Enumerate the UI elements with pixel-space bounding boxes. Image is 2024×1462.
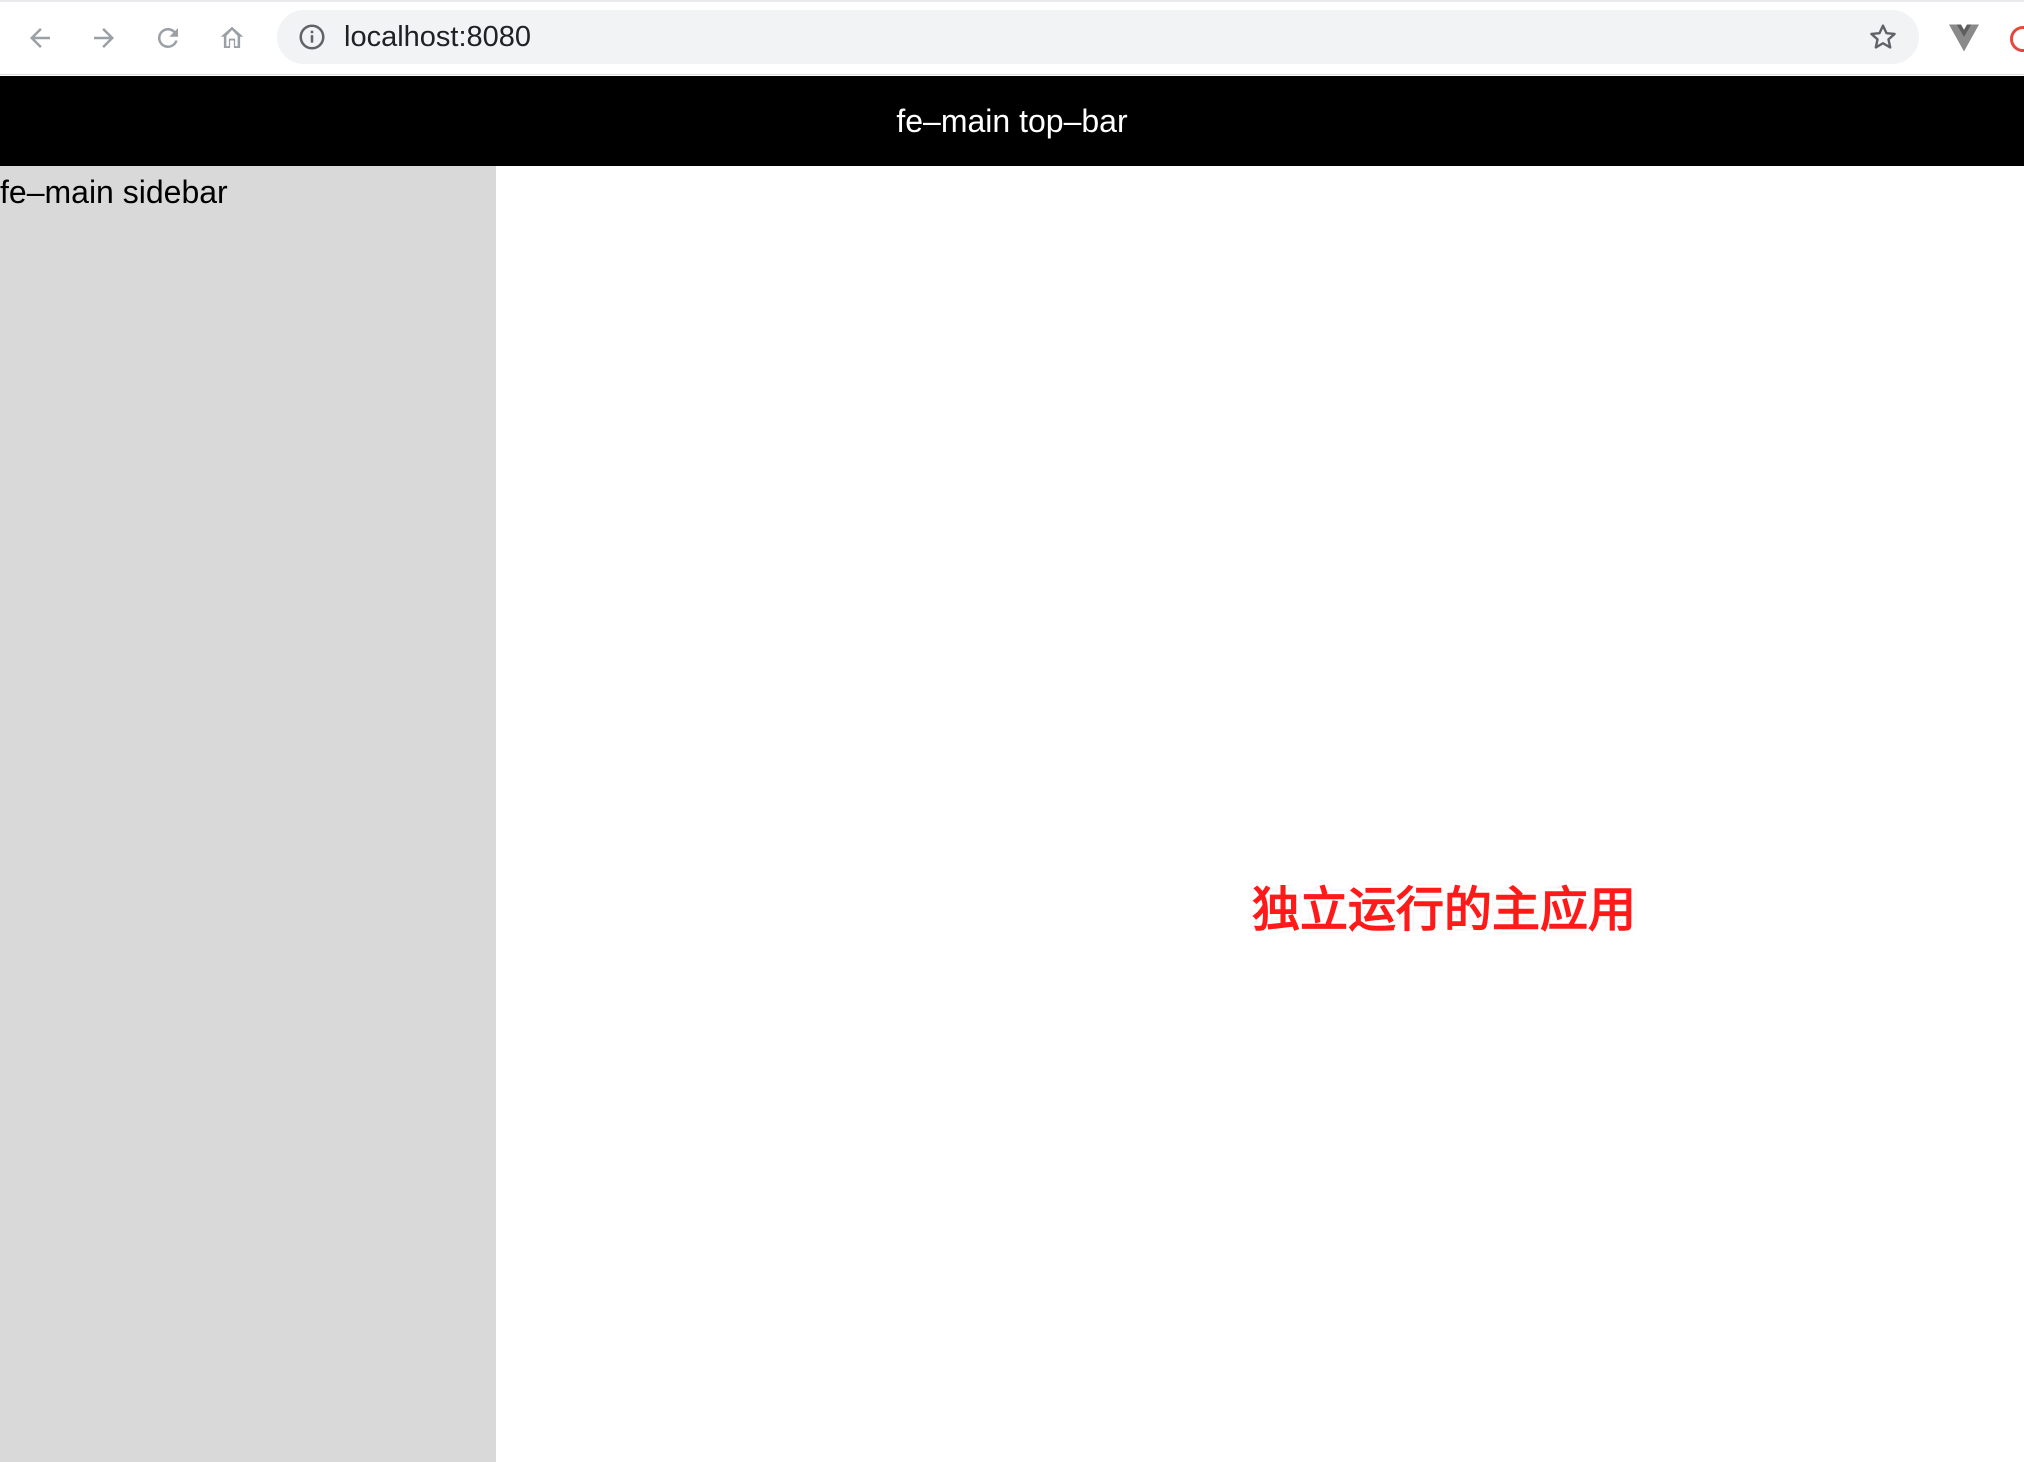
extension-icon-partial[interactable]	[2010, 26, 2024, 52]
address-bar[interactable]: localhost:8080	[277, 10, 1919, 64]
browser-toolbar: localhost:8080	[0, 0, 2024, 75]
app-sidebar: fe–main sidebar	[0, 166, 496, 1462]
site-info-icon[interactable]	[297, 22, 327, 52]
reload-icon	[157, 27, 178, 48]
top-bar-title: fe–main top–bar	[896, 102, 1128, 139]
app-top-bar: fe–main top–bar	[0, 76, 2024, 166]
tab-strip-edge	[0, 0, 2024, 2]
home-button[interactable]	[208, 14, 256, 62]
forward-arrow-icon	[94, 28, 114, 48]
home-icon	[220, 26, 244, 48]
back-arrow-icon	[30, 28, 50, 48]
bookmark-star-icon[interactable]	[1867, 21, 1899, 53]
main-content-area	[496, 166, 2024, 1462]
extension-badge-icon	[2010, 26, 2024, 52]
forward-button[interactable]	[80, 14, 128, 62]
sidebar-title: fe–main sidebar	[0, 174, 228, 210]
back-button[interactable]	[16, 14, 64, 62]
vue-devtools-extension-icon[interactable]	[1946, 20, 1982, 56]
url-text[interactable]: localhost:8080	[344, 10, 531, 64]
reload-button[interactable]	[144, 14, 192, 62]
annotation-label: 独立运行的主应用	[1252, 882, 1637, 938]
